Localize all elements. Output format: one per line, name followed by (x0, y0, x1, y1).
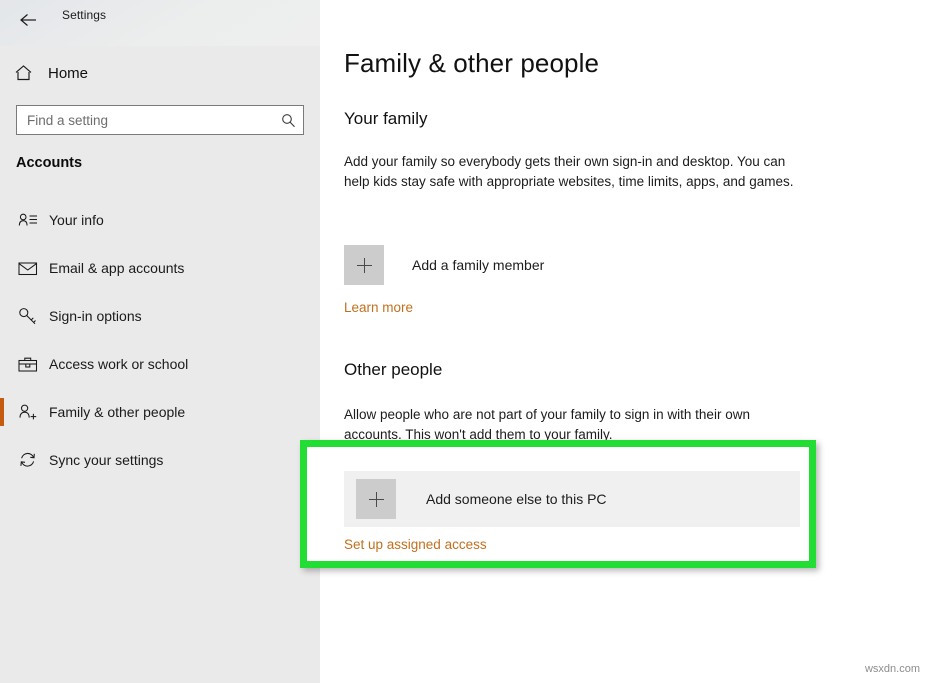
add-family-member-label: Add a family member (412, 257, 544, 273)
back-button[interactable] (12, 5, 46, 35)
envelope-icon (15, 256, 41, 280)
briefcase-icon (15, 352, 41, 376)
sidebar-item-home[interactable]: Home (0, 58, 320, 88)
person-add-icon (15, 400, 41, 424)
sidebar-item-family-other-people[interactable]: Family & other people (0, 388, 320, 436)
sidebar-item-label: Sync your settings (49, 452, 163, 468)
highlight-callout-content: Add someone else to this PC Set up assig… (307, 447, 809, 561)
page-title: Family & other people (344, 48, 599, 79)
sidebar-item-your-info[interactable]: Your info (0, 196, 320, 244)
sidebar-nav-list: Your info Email & app accounts Sign- (0, 196, 320, 484)
window-title: Settings (62, 8, 106, 22)
sidebar-item-label: Your info (49, 212, 104, 228)
sidebar-category-heading: Accounts (16, 155, 82, 171)
back-arrow-icon (19, 12, 39, 28)
section-description-other-people: Allow people who are not part of your fa… (344, 405, 804, 445)
watermark: wsxdn.com (865, 663, 920, 675)
sidebar-item-label: Family & other people (49, 404, 185, 420)
search-icon[interactable] (273, 106, 303, 134)
sync-icon (15, 448, 41, 472)
add-someone-else-button[interactable]: Add someone else to this PC (344, 471, 800, 527)
add-someone-else-label: Add someone else to this PC (426, 491, 607, 507)
plus-icon (344, 245, 384, 285)
sidebar-item-sign-in-options[interactable]: Sign-in options (0, 292, 320, 340)
learn-more-link[interactable]: Learn more (344, 300, 413, 315)
sidebar-item-label: Access work or school (49, 356, 188, 372)
home-icon (14, 64, 44, 82)
section-description-your-family: Add your family so everybody gets their … (344, 152, 804, 192)
main-content: Family & other people Your family Add yo… (320, 0, 930, 683)
sidebar-item-sync-your-settings[interactable]: Sync your settings (0, 436, 320, 484)
sidebar-item-access-work-or-school[interactable]: Access work or school (0, 340, 320, 388)
search-input[interactable] (17, 106, 273, 134)
sidebar-item-label: Sign-in options (49, 308, 142, 324)
sidebar-header (0, 0, 320, 46)
add-family-member-button[interactable]: Add a family member (344, 245, 544, 285)
highlight-callout: Add someone else to this PC Set up assig… (300, 440, 816, 568)
plus-icon (356, 479, 396, 519)
sidebar-item-label: Email & app accounts (49, 260, 184, 276)
section-heading-your-family: Your family (344, 109, 427, 129)
set-up-assigned-access-link[interactable]: Set up assigned access (344, 537, 487, 552)
sidebar-item-home-label: Home (48, 65, 88, 82)
search-box[interactable] (16, 105, 304, 135)
settings-sidebar: Settings Home Accounts (0, 0, 320, 683)
sidebar-item-email-app-accounts[interactable]: Email & app accounts (0, 244, 320, 292)
person-info-icon (15, 208, 41, 232)
section-heading-other-people: Other people (344, 360, 442, 380)
key-icon (15, 304, 41, 328)
